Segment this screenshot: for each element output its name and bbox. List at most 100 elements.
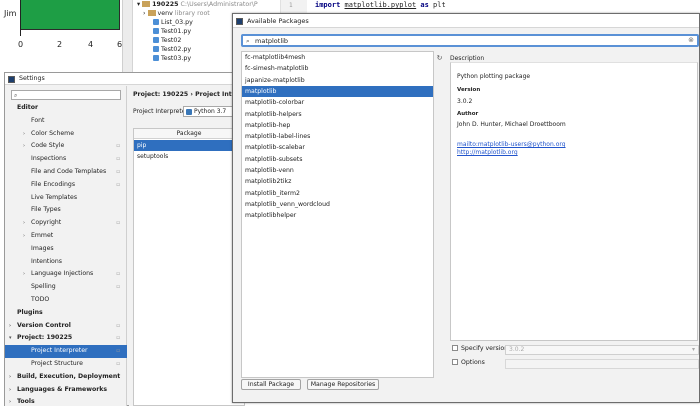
version-value: 3.0.2 xyxy=(457,98,473,105)
settings-search-input[interactable]: ⌕ xyxy=(11,90,121,100)
list-item[interactable]: matplotlib-label-lines xyxy=(242,131,433,142)
sidebar-item[interactable]: › Copyright ▫ xyxy=(5,217,127,230)
python-file-icon xyxy=(153,28,159,34)
sidebar-item[interactable]: File and Code Templates ▫ xyxy=(5,166,127,179)
version-select[interactable]: 3.0.2 ▾ xyxy=(505,345,699,355)
sidebar-item[interactable]: › Language Injections ▫ xyxy=(5,268,127,281)
list-item[interactable]: japanize-matplotlib xyxy=(242,75,433,86)
sidebar-item-label: Copyright xyxy=(31,219,62,227)
tree-file[interactable]: List_03.py xyxy=(153,18,193,27)
code-editor[interactable]: 1 import matplotlib.pyplot as plt xyxy=(280,0,700,14)
table-row[interactable]: pip xyxy=(134,140,244,151)
list-item[interactable]: matplotlib-venn xyxy=(242,165,433,176)
chevron-right-icon[interactable]: › xyxy=(9,371,11,384)
sidebar-item-label: Code Style xyxy=(31,142,65,150)
installed-packages-table[interactable]: Package pip setuptools xyxy=(133,128,245,406)
settings-content: Project: 190225 › Project Interp Project… xyxy=(129,86,245,406)
package-list[interactable]: fc-matplotlib4mesh fc-simesh-matplotlib ja… xyxy=(241,51,434,378)
list-item[interactable]: fc-matplotlib4mesh xyxy=(242,52,433,63)
list-item[interactable]: matplotlib-colorbar xyxy=(242,97,433,108)
sidebar-item[interactable]: › Color Scheme xyxy=(5,128,127,141)
list-item[interactable]: matplotlib-hep xyxy=(242,120,433,131)
options-option[interactable]: Options xyxy=(452,359,485,366)
package-search-input[interactable] xyxy=(255,36,675,45)
tree-file[interactable]: Test02.py xyxy=(153,45,191,54)
chevron-right-icon[interactable]: › xyxy=(23,140,25,153)
sidebar-item[interactable]: File Types xyxy=(5,204,127,217)
tree-file[interactable]: Test03.py xyxy=(153,54,191,63)
sidebar-item[interactable]: Inspections ▫ xyxy=(5,153,127,166)
list-item[interactable]: matplotlib-helpers xyxy=(242,109,433,120)
chevron-right-icon[interactable]: › xyxy=(9,396,11,409)
specify-version-option[interactable]: Specify version xyxy=(452,345,508,352)
chevron-right-icon[interactable]: › xyxy=(23,217,25,230)
list-item[interactable]: matplotlib2tikz xyxy=(242,176,433,187)
package-search-box[interactable]: ⌕ ⊗ xyxy=(241,34,699,47)
package-column-header[interactable]: Package xyxy=(134,129,244,139)
options-input[interactable] xyxy=(505,359,699,369)
author-value: John D. Hunter, Michael Droettboom xyxy=(457,121,566,128)
sidebar-item[interactable]: › Code Style ▫ xyxy=(5,140,127,153)
manage-repositories-button[interactable]: Manage Repositories xyxy=(307,379,379,390)
table-row[interactable]: setuptools xyxy=(134,151,244,162)
list-item[interactable]: matplotlibhelper xyxy=(242,210,433,221)
dialog-titlebar[interactable]: Available Packages xyxy=(233,14,699,28)
sidebar-item-label: Tools xyxy=(17,398,35,406)
tree-file[interactable]: Test01.py xyxy=(153,27,191,36)
email-link[interactable]: mailto:matplotlib-users@python.org xyxy=(457,141,566,148)
sidebar-item[interactable]: › Languages & Frameworks xyxy=(5,384,127,397)
description-panel: Python plotting package Version 3.0.2 Au… xyxy=(450,62,698,341)
tree-venv[interactable]: › venv library root xyxy=(143,9,210,18)
sidebar-item[interactable]: Plugins xyxy=(5,307,127,320)
sidebar-item[interactable]: Images xyxy=(5,243,127,256)
x-tick: 2 xyxy=(57,40,63,49)
breadcrumb: Project: 190225 › Project Interp xyxy=(133,91,244,98)
chevron-right-icon[interactable]: › xyxy=(9,320,11,333)
sidebar-item[interactable]: › Emmet xyxy=(5,230,127,243)
sidebar-item[interactable]: Editor xyxy=(5,102,127,115)
sidebar-item[interactable]: Project Interpreter ▫ xyxy=(5,345,127,358)
chevron-right-icon[interactable]: › xyxy=(23,128,25,141)
list-item[interactable]: matplotlib_venn_wordcloud xyxy=(242,199,433,210)
settings-window: Settings ⌕ Editor Font › Color Scheme › Code … xyxy=(4,72,245,406)
sidebar-item[interactable]: Spelling ▫ xyxy=(5,281,127,294)
sidebar-item[interactable]: › Tools xyxy=(5,396,127,409)
sidebar-item-label: Color Scheme xyxy=(31,129,75,137)
list-item[interactable]: matplotlib xyxy=(242,85,433,98)
tree-root[interactable]: ▾ 190225 C:\Users\Administrator\P xyxy=(137,0,258,9)
sidebar-item[interactable]: ▾ Project: 190225 ▫ xyxy=(5,332,127,345)
tree-file[interactable]: Test02 xyxy=(153,36,181,45)
sidebar-item[interactable]: Intentions xyxy=(5,256,127,269)
refresh-icon[interactable]: ↻ xyxy=(435,54,444,63)
sidebar-item-label: Plugins xyxy=(17,308,43,316)
sidebar-item[interactable]: › Build, Execution, Deployment xyxy=(5,371,127,384)
list-item[interactable]: matplotlib_iterm2 xyxy=(242,188,433,199)
sidebar-item-label: Build, Execution, Deployment xyxy=(17,372,121,380)
sidebar-item[interactable]: › Version Control ▫ xyxy=(5,320,127,333)
dialog-title: Available Packages xyxy=(247,17,309,25)
sidebar-item-label: Spelling xyxy=(31,283,56,291)
project-scope-icon: ▫ xyxy=(116,271,120,278)
sidebar-item[interactable]: Live Templates xyxy=(5,192,127,205)
options-checkbox[interactable] xyxy=(452,359,458,365)
sidebar-item[interactable]: File Encodings ▫ xyxy=(5,179,127,192)
clear-search-icon[interactable]: ⊗ xyxy=(688,36,694,44)
sidebar-item-label: Project: 190225 xyxy=(17,334,73,342)
settings-nav: ⌕ Editor Font › Color Scheme › Code Style ▫ Ins… xyxy=(5,86,127,406)
list-item[interactable]: matplotlib-subsets xyxy=(242,154,433,165)
sidebar-item[interactable]: TODO xyxy=(5,294,127,307)
chevron-right-icon[interactable]: › xyxy=(23,268,25,281)
settings-titlebar[interactable]: Settings xyxy=(5,73,243,85)
chevron-right-icon[interactable]: › xyxy=(23,230,25,243)
sidebar-item[interactable]: Project Structure ▫ xyxy=(5,358,127,371)
specify-version-checkbox[interactable] xyxy=(452,345,458,351)
folder-icon xyxy=(142,1,151,7)
chevron-right-icon[interactable]: › xyxy=(9,384,11,397)
install-package-button[interactable]: Install Package xyxy=(241,379,301,390)
chevron-down-icon[interactable]: ▾ xyxy=(9,332,12,345)
list-item[interactable]: matplotlib-scalebar xyxy=(242,142,433,153)
list-item[interactable]: fc-simesh-matplotlib xyxy=(242,63,433,74)
code-line[interactable]: import matplotlib.pyplot as plt xyxy=(315,1,446,9)
sidebar-item[interactable]: Font xyxy=(5,115,127,128)
homepage-link[interactable]: http://matplotlib.org xyxy=(457,149,518,156)
